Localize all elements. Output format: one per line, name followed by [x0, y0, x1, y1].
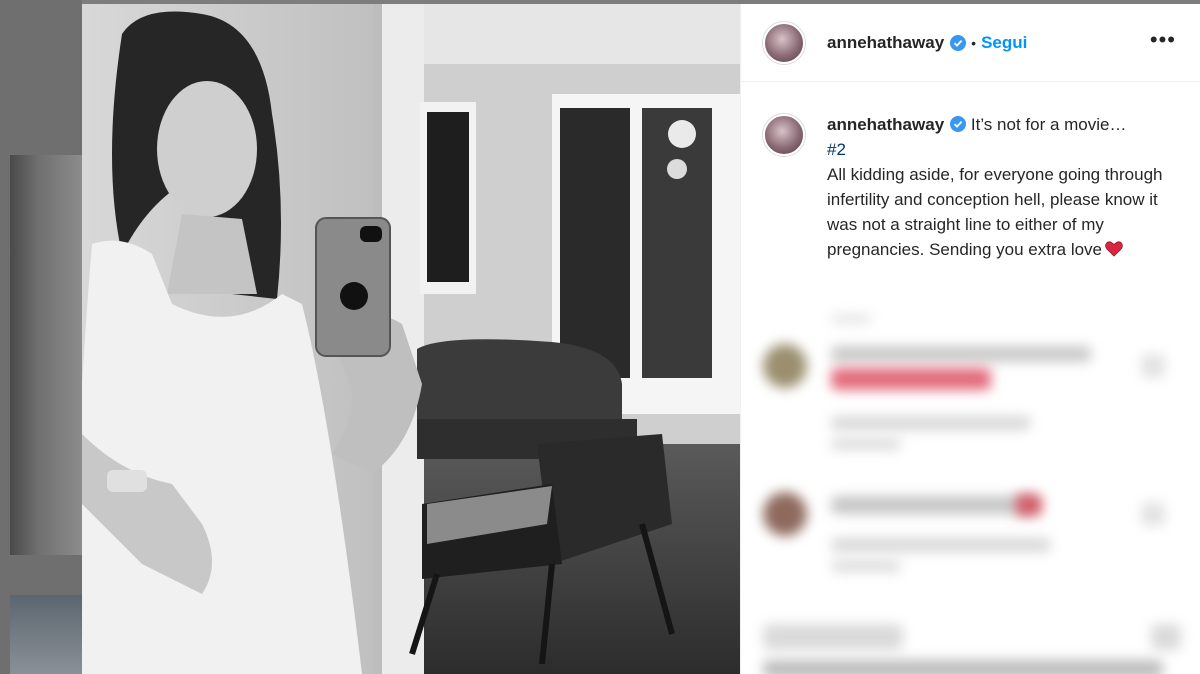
blurred-comment-line	[1016, 494, 1042, 516]
post-header: annehathaway • Segui •••	[741, 4, 1200, 82]
feed-thumbnail	[10, 155, 82, 555]
feed-background	[0, 0, 82, 674]
blurred-comment-line	[831, 538, 1051, 552]
comment-avatar	[763, 344, 807, 388]
red-heart-icon	[1105, 241, 1123, 257]
post-side-panel: annehathaway • Segui ••• annehathaway It…	[740, 4, 1200, 674]
comment-avatar	[763, 492, 807, 536]
caption-username[interactable]: annehathaway	[827, 115, 944, 134]
caption-line1: It’s not for a movie…	[970, 115, 1127, 134]
separator-dot: •	[971, 34, 977, 51]
blurred-comment-line	[831, 496, 1031, 514]
blurred-comment-line	[831, 560, 901, 572]
feed-thumbnail	[10, 595, 82, 674]
blurred-comment-line	[831, 346, 1091, 362]
verified-badge-icon	[950, 34, 967, 51]
more-options-icon[interactable]: •••	[1150, 29, 1176, 51]
comments-blurred	[741, 304, 1200, 674]
post-photo[interactable]	[82, 4, 740, 674]
blurred-comment-line	[831, 368, 991, 390]
blurred-actions	[763, 624, 903, 650]
blurred-comment-line	[831, 438, 901, 450]
blurred-likes-line	[763, 660, 1163, 674]
blurred-like-icon	[1141, 354, 1165, 378]
blurred-timestamp	[831, 314, 871, 324]
verified-badge-icon	[950, 116, 967, 132]
caption-text: annehathaway It’s not for a movie… #2 Al…	[827, 112, 1167, 262]
caption-hashtag[interactable]: #2	[827, 137, 1167, 162]
follow-button[interactable]: Segui	[981, 33, 1027, 53]
blurred-save-icon	[1151, 624, 1181, 650]
post-image	[82, 4, 740, 674]
caption-avatar[interactable]	[763, 114, 805, 156]
blurred-comment-line	[831, 416, 1031, 430]
author-username[interactable]: annehathaway	[827, 33, 944, 53]
blurred-like-icon	[1141, 502, 1165, 526]
post-caption: annehathaway It’s not for a movie… #2 Al…	[741, 82, 1200, 262]
author-avatar[interactable]	[763, 21, 805, 64]
